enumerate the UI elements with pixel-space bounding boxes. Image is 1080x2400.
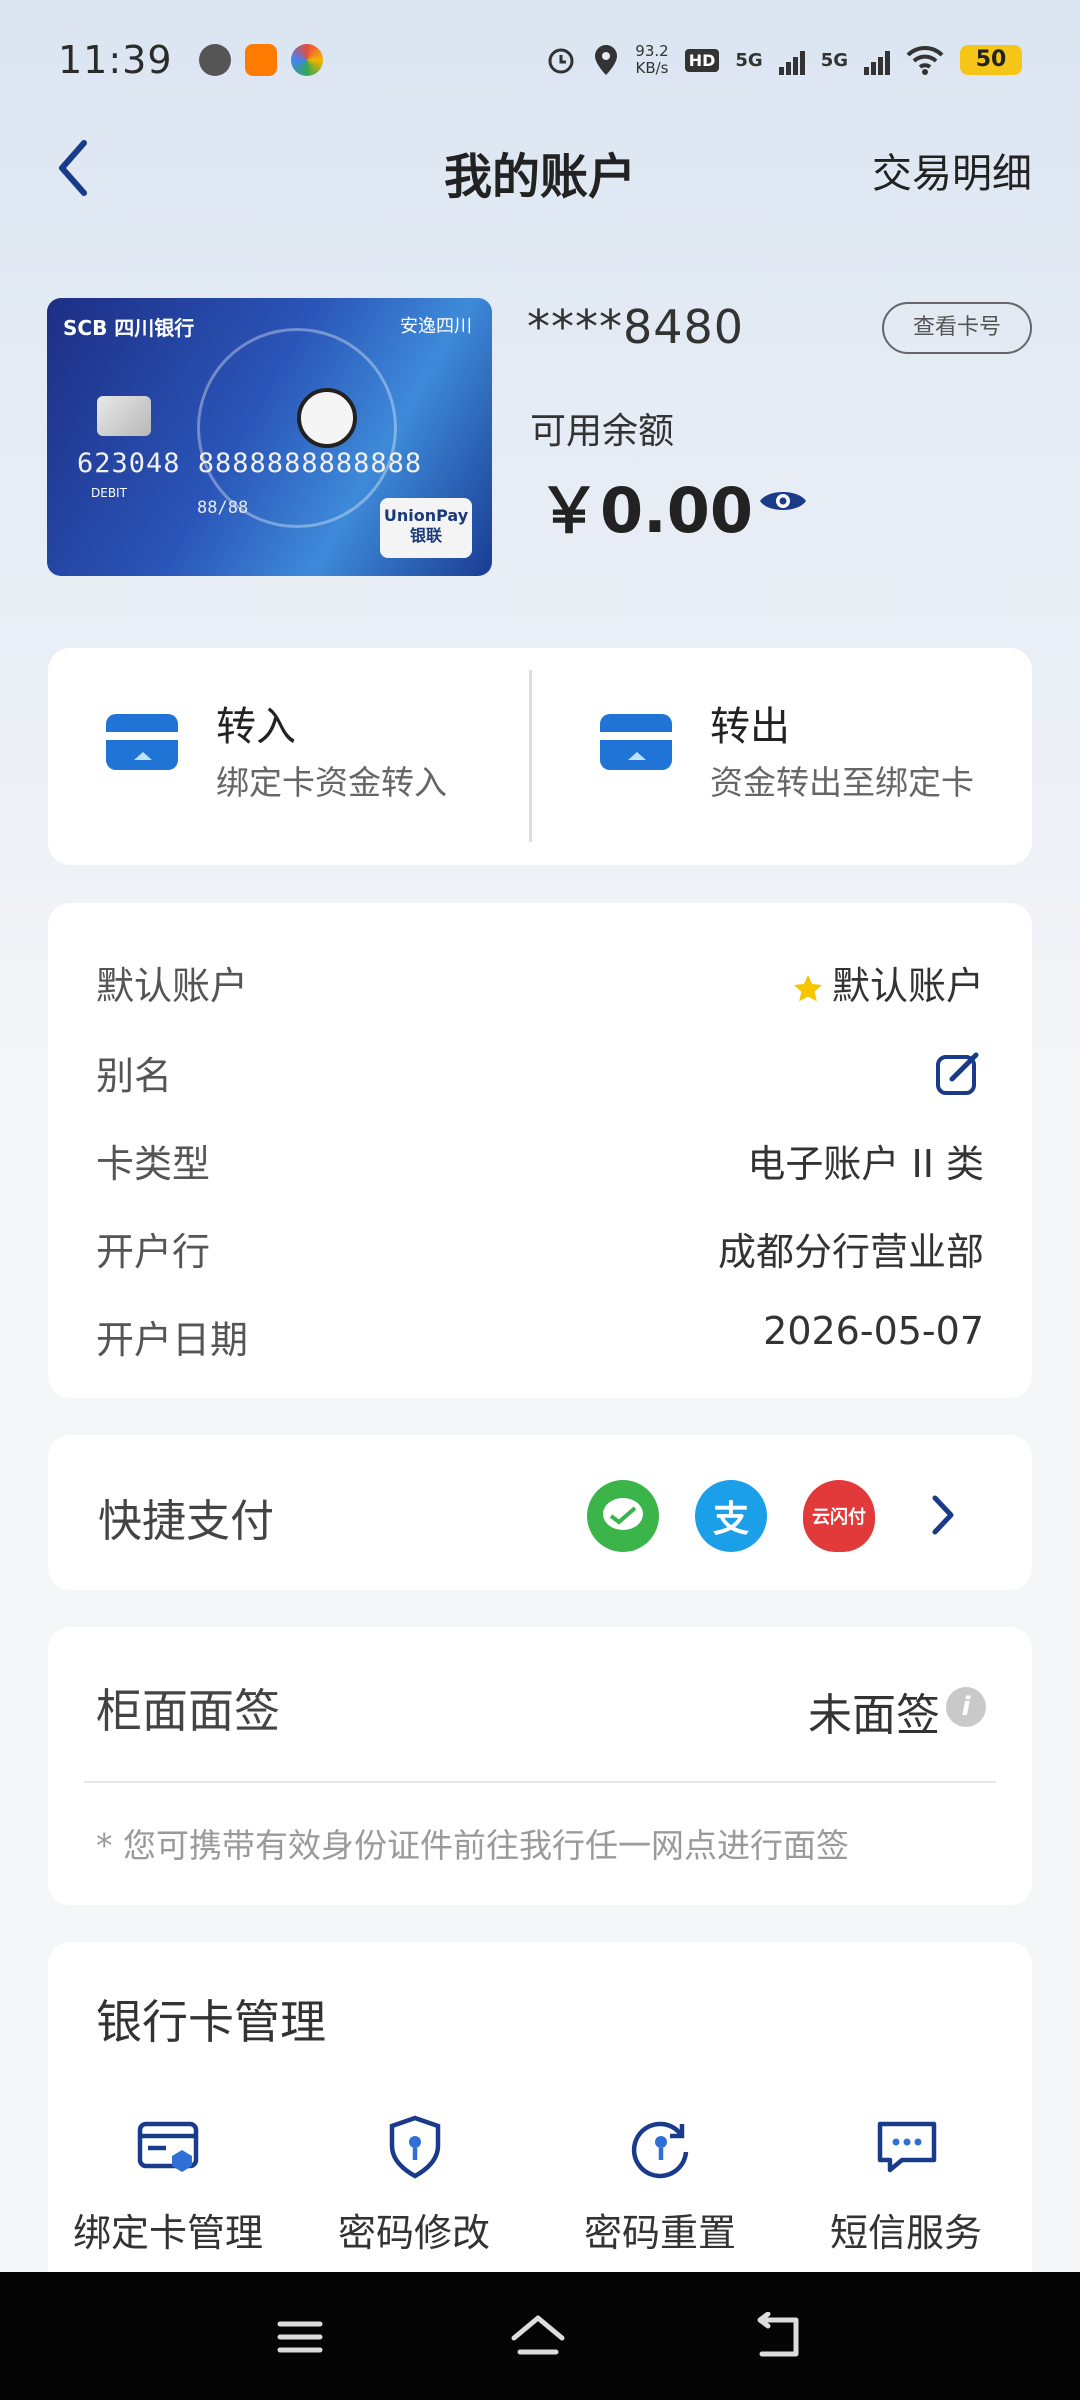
face-sign-divider [84,1781,996,1783]
system-navigation-bar [0,2272,1080,2400]
home-button[interactable] [508,2312,565,2362]
unionpay-cloud-icon: 云闪付 [803,1480,875,1552]
reset-key-icon [631,2121,689,2179]
transfer-panel: 转入 绑定卡资金转入 转出 资金转出至绑定卡 [48,648,1032,865]
eye-icon[interactable] [758,484,808,522]
edit-icon [936,1052,979,1095]
bind-card-management-button[interactable]: 绑定卡管理 [48,2114,288,2255]
back-nav-icon [757,2311,799,2357]
shield-key-icon [389,2115,441,2179]
card-thru: 88/88 [197,498,249,518]
sms-service-button[interactable]: 短信服务 [786,2114,1026,2255]
alipay-icon: 支 [695,1480,767,1552]
card-chip [97,396,151,436]
password-reset-label: 密码重置 [583,2211,736,2255]
panda-mascot [297,388,357,448]
open-date-value: 2026-05-07 [763,1309,984,1353]
info-row-card-type: 卡类型 电子账户 II 类 [96,1133,984,1193]
sms-icon [877,2121,937,2173]
wechat-notification-icon [198,44,231,76]
face-sign-label: 柜面面签 [96,1684,280,1738]
default-account-label: 默认账户 [96,964,249,1008]
face-sign-panel: 柜面面签 未面签 i * 您可携带有效身份证件前往我行任一网点进行面签 [48,1627,1032,1905]
password-change-label: 密码修改 [337,2211,490,2255]
default-account-text: 默认账户 [831,964,984,1008]
unionpay-logo: UnionPay 银联 [380,498,472,558]
wechat-pay-icon [587,1480,659,1552]
branch-value: 成都分行营业部 [717,1230,984,1274]
back-nav-button[interactable] [752,2311,808,2362]
card-type-label: 卡类型 [96,1142,211,1186]
card-debit-label: DEBIT [91,486,127,500]
network-type-1: 5G [735,49,763,71]
taobao-notification-icon [244,44,277,76]
sms-service-label: 短信服务 [829,2211,982,2255]
battery-icon: 50 [960,45,1022,75]
location-icon [595,45,618,75]
card-number: 623048 8888888888888 [77,448,423,479]
signal-icon-2 [864,45,890,75]
transfer-in-button[interactable]: 转入 绑定卡资金转入 [48,648,540,865]
info-icon[interactable]: i [946,1687,986,1727]
bank-card-image: SCB 四川银行 安逸四川 623048 8888888888888 DEBIT… [47,298,492,576]
transfer-out-button[interactable]: 转出 资金转出至绑定卡 [542,648,1034,865]
info-row-open-date: 开户日期 2026-05-07 [96,1309,984,1369]
menu-icon [277,2321,323,2353]
info-row-default: 默认账户 默认账户 [96,955,984,1015]
card-bank-logo: SCB 四川银行 [63,316,195,340]
face-sign-note: * 您可携带有效身份证件前往我行任一网点进行面签 [96,1826,849,1865]
recent-apps-button[interactable] [272,2312,328,2362]
transfer-out-title: 转出 [710,704,790,750]
signal-icon-1 [778,45,805,75]
branch-label: 开户行 [96,1230,211,1274]
net-speed: 93.2 KB/s [635,43,668,77]
transfer-out-icon [600,714,672,770]
status-right: 93.2 KB/s HD 5G 5G 50 [545,43,1022,77]
bind-card-management-label: 绑定卡管理 [72,2211,263,2255]
default-account-value: 默认账户 [792,955,984,1010]
card-emblem: 安逸四川 [400,316,472,337]
net-speed-unit: KB/s [635,59,669,77]
edit-alias-button[interactable] [932,1047,984,1108]
home-icon [511,2315,565,2355]
transfer-out-subtitle: 资金转出至绑定卡 [710,763,974,802]
star-icon [793,974,822,1001]
notification-icons [198,44,323,76]
network-type-2: 5G [820,49,848,71]
transaction-details-link[interactable]: 交易明细 [872,141,1032,199]
info-row-alias: 别名 [96,1045,984,1105]
password-change-button[interactable]: 密码修改 [294,2114,534,2255]
alias-label: 别名 [96,1054,173,1098]
view-card-number-button[interactable]: 查看卡号 [882,302,1032,354]
balance-value: ￥0.00 [538,474,753,547]
alarm-icon [548,48,574,74]
masked-account-number: ****8480 [527,300,745,354]
status-time: 11:39 [58,38,173,82]
quick-pay-row[interactable]: 快捷支付 支 云闪付 [48,1435,1032,1590]
face-sign-status: 未面签 [808,1690,940,1741]
hd-icon: HD [684,48,720,72]
top-nav: 我的账户 交易明细 [0,115,1080,225]
card-management-title: 银行卡管理 [96,1995,326,2049]
card-management-panel: 银行卡管理 绑定卡管理 密码修改 密码重置 短信服务 [48,1942,1032,2272]
net-speed-value: 93.2 [635,42,669,60]
status-bar: 11:39 93.2 KB/s HD 5G 5G 50 [0,0,1080,120]
transfer-in-icon [106,714,178,770]
bind-card-icon [137,2121,199,2172]
account-info-panel: 默认账户 默认账户 别名 卡类型 电子账户 II 类 开户行 成都分行营业部 开… [48,903,1032,1398]
transfer-divider [529,670,532,842]
wifi-icon [906,45,944,75]
transfer-in-subtitle: 绑定卡资金转入 [216,763,447,802]
card-type-value: 电子账户 II 类 [747,1142,984,1186]
chevron-right-icon [930,1493,956,1541]
info-row-branch: 开户行 成都分行营业部 [96,1221,984,1281]
quick-pay-label: 快捷支付 [98,1496,274,1547]
password-reset-button[interactable]: 密码重置 [540,2114,780,2255]
app-notification-icon [290,44,323,76]
open-date-label: 开户日期 [96,1318,249,1362]
transfer-in-title: 转入 [216,704,296,750]
balance-label: 可用余额 [530,411,675,452]
